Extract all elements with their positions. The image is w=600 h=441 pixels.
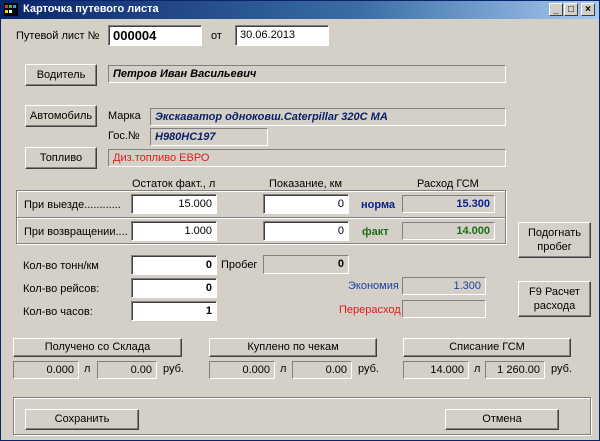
departure-remaining-input[interactable]: 15.000 [131, 194, 217, 214]
tonkm-label: Кол-во тонн/км [23, 260, 99, 272]
fact-value: 14.000 [402, 222, 495, 240]
writeoff-rub-unit: руб. [551, 363, 572, 375]
fuel-field: Диз.топливо ЕВРО [108, 149, 506, 167]
waybill-number-label: Путевой лист № [16, 30, 100, 42]
calculate-consumption-button[interactable]: F9 Расчет расхода [518, 281, 591, 317]
remaining-column-header: Остаток факт., л [132, 178, 216, 190]
maximize-button[interactable]: □ [564, 3, 578, 16]
readings-divider [17, 217, 505, 219]
adjust-mileage-button[interactable]: Подогнать пробег [518, 222, 591, 258]
vehicle-reg-label: Гос.№ [108, 130, 140, 142]
odometer-column-header: Показание, км [269, 178, 343, 190]
waybill-card-window: Карточка путевого листа _ □ × Путевой ли… [0, 0, 600, 441]
fuel-button[interactable]: Топливо [25, 147, 97, 169]
bought-rub-field: 0.00 [292, 361, 352, 379]
writeoff-liters-unit: л [474, 363, 481, 375]
save-button[interactable]: Сохранить [25, 409, 139, 430]
return-odometer-input[interactable]: 0 [263, 221, 349, 241]
bought-liters-unit: л [280, 363, 287, 375]
vehicle-button[interactable]: Автомобиль [25, 105, 97, 127]
title-bar: Карточка путевого листа _ □ × [1, 1, 599, 19]
driver-field: Петров Иван Васильевич [108, 65, 506, 83]
return-remaining-input[interactable]: 1.000 [131, 221, 217, 241]
received-liters-field: 0.000 [13, 361, 79, 379]
fuel-writeoff-button[interactable]: Списание ГСМ [403, 338, 571, 357]
tonkm-input[interactable]: 0 [131, 255, 217, 275]
writeoff-rub-field: 1 260.00 [485, 361, 545, 379]
mileage-label: Пробег [221, 259, 258, 271]
hours-label: Кол-во часов: [23, 306, 93, 318]
writeoff-liters-field: 14.000 [403, 361, 469, 379]
trips-input[interactable]: 0 [131, 278, 217, 298]
bought-by-receipts-button[interactable]: Куплено по чекам [209, 338, 377, 357]
received-rub-field: 0.00 [97, 361, 157, 379]
vehicle-reg-field: Н980НС197 [150, 128, 268, 146]
close-button[interactable]: × [581, 3, 595, 16]
received-from-warehouse-button[interactable]: Получено со Склада [13, 338, 182, 357]
departure-label: При выезде............ [24, 199, 121, 211]
window-title: Карточка путевого листа [23, 3, 159, 15]
hours-input[interactable]: 1 [131, 301, 217, 321]
overrun-label: Перерасход [339, 304, 401, 316]
minimize-button[interactable]: _ [549, 3, 563, 16]
vehicle-model-label: Марка [108, 110, 141, 122]
return-label: При возвращении.... [24, 226, 128, 238]
bought-liters-field: 0.000 [209, 361, 275, 379]
fact-label: факт [362, 226, 389, 238]
received-rub-unit: руб. [163, 363, 184, 375]
cancel-button[interactable]: Отмена [445, 409, 559, 430]
app-icon [4, 3, 18, 16]
date-label: от [211, 30, 222, 42]
vehicle-model-field: Экскаватор одноковш.Caterpillar 320C MA [150, 108, 506, 126]
departure-odometer-input[interactable]: 0 [263, 194, 349, 214]
bought-rub-unit: руб. [358, 363, 379, 375]
economy-label: Экономия [348, 280, 399, 292]
economy-value: 1.300 [402, 277, 486, 295]
trips-label: Кол-во рейсов: [23, 283, 100, 295]
norm-value: 15.300 [402, 195, 495, 213]
waybill-number-input[interactable]: 000004 [108, 25, 202, 46]
date-input[interactable]: 30.06.2013 [235, 25, 329, 46]
consumption-column-header: Расход ГСМ [417, 178, 479, 190]
mileage-value: 0 [263, 255, 349, 274]
driver-button[interactable]: Водитель [25, 64, 97, 86]
overrun-value [402, 300, 486, 318]
norm-label: норма [361, 199, 396, 211]
received-liters-unit: л [84, 363, 91, 375]
